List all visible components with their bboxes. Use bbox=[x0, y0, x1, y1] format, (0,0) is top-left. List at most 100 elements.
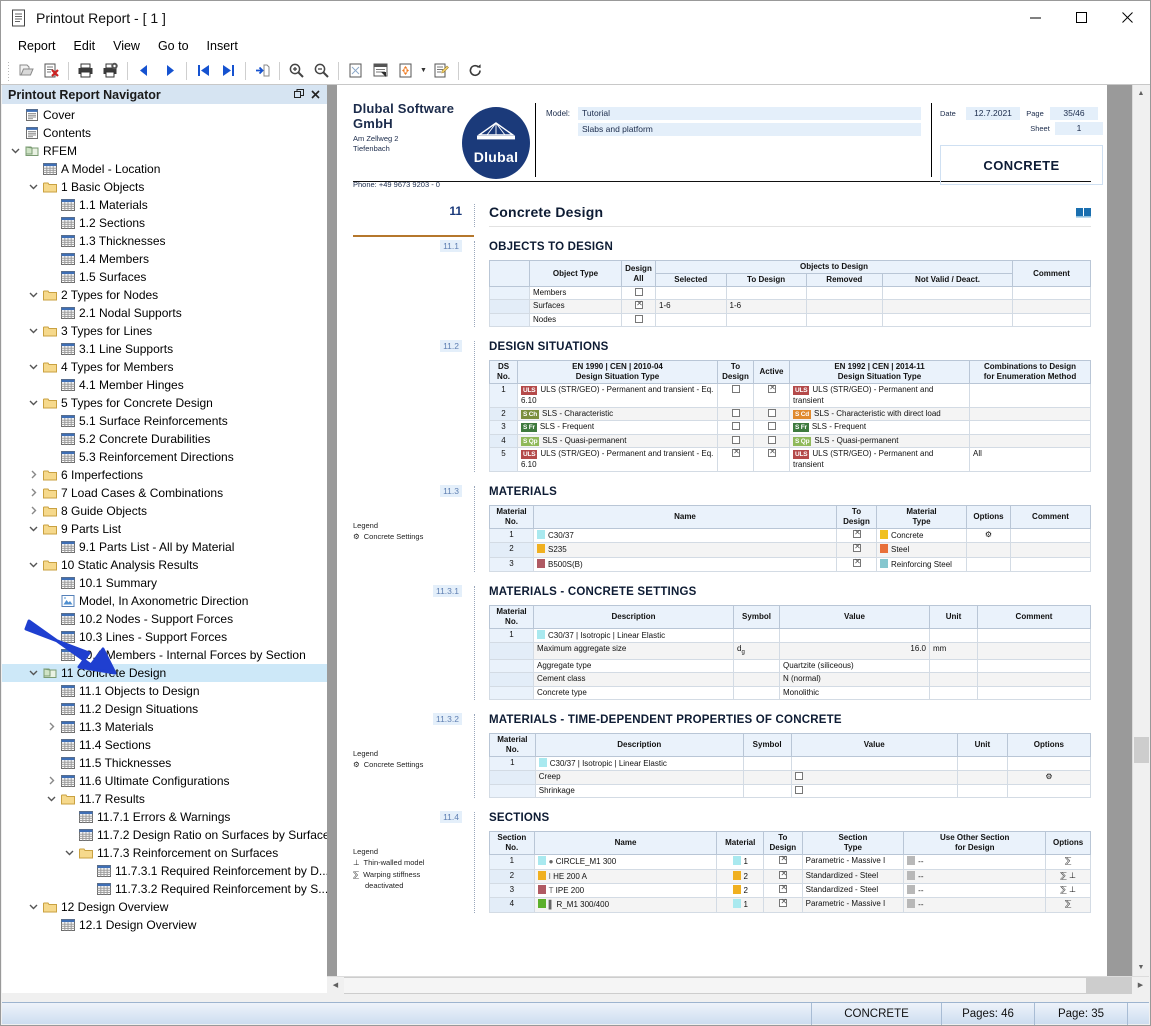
checkbox[interactable] bbox=[732, 449, 740, 457]
tree-item-7-load-cases-combinations[interactable]: 7 Load Cases & Combinations bbox=[2, 484, 327, 502]
document-scroll-area[interactable]: Dlubal Software GmbH Am Zellweg 2 Tiefen… bbox=[327, 85, 1149, 976]
edit-report-icon[interactable] bbox=[429, 59, 454, 83]
print-settings-icon[interactable] bbox=[98, 59, 123, 83]
checkbox[interactable] bbox=[779, 885, 787, 893]
close-icon[interactable] bbox=[307, 87, 323, 103]
go-to-page-icon[interactable] bbox=[250, 59, 275, 83]
chevron-right-icon[interactable] bbox=[44, 722, 59, 733]
tree-item-10-static-analysis-results[interactable]: 10 Static Analysis Results bbox=[2, 556, 327, 574]
first-page-icon[interactable] bbox=[191, 59, 216, 83]
checkbox[interactable] bbox=[768, 436, 776, 444]
chevron-down-icon[interactable] bbox=[26, 326, 41, 337]
tree-item-11-6-ultimate-configurations[interactable]: 11.6 Ultimate Configurations bbox=[2, 772, 327, 790]
previous-page-icon[interactable] bbox=[132, 59, 157, 83]
checkbox[interactable] bbox=[732, 422, 740, 430]
checkbox[interactable] bbox=[768, 449, 776, 457]
chevron-down-icon[interactable] bbox=[26, 362, 41, 373]
tree-item-3-types-for-lines[interactable]: 3 Types for Lines bbox=[2, 322, 327, 340]
tree-item-11-2-design-situations[interactable]: 11.2 Design Situations bbox=[2, 700, 327, 718]
refresh-icon[interactable] bbox=[463, 59, 488, 83]
tree-item-11-7-1-errors-warnings[interactable]: 11.7.1 Errors & Warnings bbox=[2, 808, 327, 826]
tree-item-8-guide-objects[interactable]: 8 Guide Objects bbox=[2, 502, 327, 520]
tree-item-5-3-reinforcement-directions[interactable]: 5.3 Reinforcement Directions bbox=[2, 448, 327, 466]
tree-item-10-2-nodes-support-forces[interactable]: 10.2 Nodes - Support Forces bbox=[2, 610, 327, 628]
gear-icon[interactable]: ⚙ bbox=[985, 530, 992, 539]
chevron-down-icon[interactable] bbox=[26, 668, 41, 679]
tree-item-2-types-for-nodes[interactable]: 2 Types for Nodes bbox=[2, 286, 327, 304]
tree-item-9-1-parts-list-all-by-material[interactable]: 9.1 Parts List - All by Material bbox=[2, 538, 327, 556]
scroll-left-arrow[interactable]: ◀ bbox=[327, 977, 344, 994]
tree-item-5-2-concrete-durabilities[interactable]: 5.2 Concrete Durabilities bbox=[2, 430, 327, 448]
zoom-in-icon[interactable] bbox=[284, 59, 309, 83]
horizontal-scroll-thumb[interactable] bbox=[344, 978, 1086, 993]
tree-item-4-types-for-members[interactable]: 4 Types for Members bbox=[2, 358, 327, 376]
tree-item-model-in-axonometric-direction[interactable]: Model, In Axonometric Direction bbox=[2, 592, 327, 610]
scroll-up-arrow[interactable]: ▲ bbox=[1133, 85, 1149, 102]
next-page-icon[interactable] bbox=[157, 59, 182, 83]
tree-item-1-5-surfaces[interactable]: 1.5 Surfaces bbox=[2, 268, 327, 286]
checkbox[interactable] bbox=[635, 315, 643, 323]
tree-item-11-concrete-design[interactable]: 11 Concrete Design bbox=[2, 664, 327, 682]
menu-edit[interactable]: Edit bbox=[65, 37, 105, 55]
tree-item-4-1-member-hinges[interactable]: 4.1 Member Hinges bbox=[2, 376, 327, 394]
checkbox[interactable] bbox=[635, 288, 643, 296]
chevron-down-icon[interactable] bbox=[8, 146, 23, 157]
tree-item-11-1-objects-to-design[interactable]: 11.1 Objects to Design bbox=[2, 682, 327, 700]
tree-item-11-5-thicknesses[interactable]: 11.5 Thicknesses bbox=[2, 754, 327, 772]
checkbox[interactable] bbox=[779, 871, 787, 879]
checkbox[interactable] bbox=[779, 899, 787, 907]
chevron-down-icon[interactable]: ▼ bbox=[418, 59, 429, 83]
checkbox[interactable] bbox=[853, 530, 861, 538]
menu-view[interactable]: View bbox=[104, 37, 149, 55]
tree-item-12-design-overview[interactable]: 12 Design Overview bbox=[2, 898, 327, 916]
tree-item-5-types-for-concrete-design[interactable]: 5 Types for Concrete Design bbox=[2, 394, 327, 412]
page-setup-icon[interactable] bbox=[343, 59, 368, 83]
tree-item-1-3-thicknesses[interactable]: 1.3 Thicknesses bbox=[2, 232, 327, 250]
tree-item-10-3-lines-support-forces[interactable]: 10.3 Lines - Support Forces bbox=[2, 628, 327, 646]
gear-icon[interactable]: ⚙ bbox=[1045, 772, 1052, 781]
chevron-right-icon[interactable] bbox=[26, 488, 41, 499]
chevron-right-icon[interactable] bbox=[26, 506, 41, 517]
delete-report-icon[interactable] bbox=[39, 59, 64, 83]
tree-item-1-basic-objects[interactable]: 1 Basic Objects bbox=[2, 178, 327, 196]
chevron-down-icon[interactable] bbox=[26, 902, 41, 913]
chevron-down-icon[interactable] bbox=[26, 182, 41, 193]
chevron-right-icon[interactable] bbox=[44, 776, 59, 787]
scroll-right-arrow[interactable]: ▶ bbox=[1132, 977, 1149, 994]
vertical-scroll-thumb[interactable] bbox=[1134, 737, 1149, 763]
undock-icon[interactable] bbox=[291, 87, 307, 103]
tree-item-2-1-nodal-supports[interactable]: 2.1 Nodal Supports bbox=[2, 304, 327, 322]
print-icon[interactable] bbox=[73, 59, 98, 83]
tree-item-5-1-surface-reinforcements[interactable]: 5.1 Surface Reinforcements bbox=[2, 412, 327, 430]
tree-item-11-7-3-1-required-reinforcement-by-d[interactable]: 11.7.3.1 Required Reinforcement by D... bbox=[2, 862, 327, 880]
tree-item-11-7-3-reinforcement-on-surfaces[interactable]: 11.7.3 Reinforcement on Surfaces bbox=[2, 844, 327, 862]
tree-item-a-model-location[interactable]: A Model - Location bbox=[2, 160, 327, 178]
checkbox[interactable] bbox=[853, 559, 861, 567]
tree-item-contents[interactable]: Contents bbox=[2, 124, 327, 142]
checkbox[interactable] bbox=[768, 409, 776, 417]
checkbox[interactable] bbox=[795, 786, 803, 794]
tree-item-10-4-members-internal-forces-by-section[interactable]: 10.4 Members - Internal Forces by Sectio… bbox=[2, 646, 327, 664]
tree-item-11-7-2-design-ratio-on-surfaces-by-surface[interactable]: 11.7.2 Design Ratio on Surfaces by Surfa… bbox=[2, 826, 327, 844]
tree-item-1-2-sections[interactable]: 1.2 Sections bbox=[2, 214, 327, 232]
document-vertical-scrollbar[interactable]: ▲ ▼ bbox=[1132, 85, 1149, 976]
checkbox[interactable] bbox=[768, 385, 776, 393]
checkbox[interactable] bbox=[732, 385, 740, 393]
tree-item-11-4-sections[interactable]: 11.4 Sections bbox=[2, 736, 327, 754]
checkbox[interactable] bbox=[732, 409, 740, 417]
checkbox[interactable] bbox=[768, 422, 776, 430]
tree-item-1-1-materials[interactable]: 1.1 Materials bbox=[2, 196, 327, 214]
chevron-down-icon[interactable] bbox=[62, 848, 77, 859]
maximize-button[interactable] bbox=[1058, 1, 1104, 34]
tree-item-rfem[interactable]: RFEM bbox=[2, 142, 327, 160]
tree-item-1-4-members[interactable]: 1.4 Members bbox=[2, 250, 327, 268]
tree-item-cover[interactable]: Cover bbox=[2, 106, 327, 124]
selection-icon[interactable] bbox=[393, 59, 418, 83]
minimize-button[interactable] bbox=[1012, 1, 1058, 34]
chevron-down-icon[interactable] bbox=[26, 290, 41, 301]
tree-item-12-1-design-overview[interactable]: 12.1 Design Overview bbox=[2, 916, 327, 934]
scroll-down-arrow[interactable]: ▼ bbox=[1133, 959, 1149, 976]
tree-item-11-7-3-2-required-reinforcement-by-s[interactable]: 11.7.3.2 Required Reinforcement by S... bbox=[2, 880, 327, 898]
tree-item-10-1-summary[interactable]: 10.1 Summary bbox=[2, 574, 327, 592]
menu-report[interactable]: Report bbox=[9, 37, 65, 55]
